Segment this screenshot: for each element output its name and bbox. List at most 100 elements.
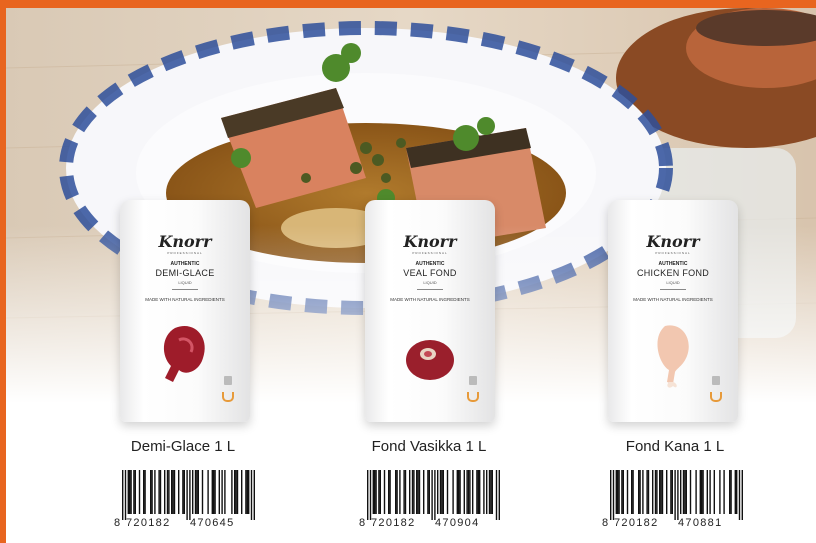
barcode-bar: [656, 470, 658, 514]
unilever-logo-icon: [710, 392, 722, 402]
size-badge: [469, 376, 477, 385]
product-caption-veal-fond: Fond Vasikka 1 L: [371, 438, 487, 455]
barcode-veal-fond: 8 720182 470904: [357, 470, 505, 528]
barcode-bar: [127, 470, 129, 514]
barcode-bar: [456, 470, 458, 514]
pouch-divider: [172, 289, 198, 290]
barcode-bar: [235, 470, 237, 514]
barcode-bar: [466, 470, 468, 514]
pouch-type-label: LIQUID: [178, 280, 192, 285]
barcode-bar: [409, 470, 411, 514]
barcode-bar: [615, 470, 617, 514]
barcode-bar: [403, 470, 405, 514]
barcode-bar: [186, 470, 188, 520]
barcode-bar: [182, 470, 184, 514]
barcode-bar: [253, 470, 255, 520]
product-caption-chicken-fond: Fond Kana 1 L: [625, 438, 725, 455]
barcode-bar: [486, 470, 488, 514]
barcode-bar: [666, 470, 668, 514]
barcode-bar: [699, 470, 701, 514]
barcode-bar: [618, 470, 620, 514]
barcode-bar: [458, 470, 460, 514]
barcode-bar: [477, 470, 479, 514]
knorr-logo: Knorr: [158, 232, 212, 251]
barcode-bar: [416, 470, 418, 514]
pouch-product-name: CHICKEN FOND: [636, 268, 710, 278]
barcode-bar: [122, 470, 124, 520]
barcode-bar: [417, 470, 419, 514]
barcode-demi-glace: 8 720182 470645: [112, 470, 260, 528]
pouch-made-with-label: MADE WITH NATURAL INGREDIENTS: [390, 297, 470, 302]
barcode-bar: [488, 470, 491, 514]
barcode-bar: [372, 470, 374, 514]
pouch-made-with-label: MADE WITH NATURAL INGREDIENTS: [145, 297, 225, 302]
barcode-bar: [213, 470, 215, 514]
barcode-bar: [661, 470, 664, 514]
barcode-bar: [129, 470, 131, 514]
barcode-bar: [378, 470, 380, 514]
barcode-bar: [702, 470, 704, 514]
barcode-bar: [144, 470, 146, 514]
barcode-svg: 8 720182 470904: [359, 470, 500, 528]
product-pouch-chicken-fond: Knorr PROFESSIONAL AUTHENTIC CHICKEN FON…: [608, 200, 738, 422]
knorr-logo: Knorr: [646, 232, 700, 251]
barcode-bar: [719, 470, 721, 514]
barcode-bar: [684, 470, 686, 514]
barcode-bar: [652, 470, 654, 514]
barcode-bar: [713, 470, 715, 514]
barcode-bar: [201, 470, 204, 514]
barcode-bar: [479, 470, 481, 514]
barcode-bar: [638, 470, 640, 514]
barcode-bar: [241, 470, 243, 514]
barcode-bar: [441, 470, 443, 514]
barcode-bar: [245, 470, 247, 514]
barcode-bar: [189, 470, 191, 520]
barcode-bar: [214, 470, 216, 514]
pouch-divider: [417, 289, 443, 290]
barcode-bar: [431, 470, 433, 520]
barcode-bar: [621, 470, 623, 514]
barcode-bar: [654, 470, 657, 514]
pouch-product-name: VEAL FOND: [403, 268, 457, 278]
barcode-chicken-fond: 8 720182 470881: [600, 470, 748, 528]
barcode-bar: [622, 470, 624, 514]
barcode-digits-left: 720182: [614, 517, 659, 528]
barcode-bar: [709, 470, 711, 514]
barcode-bar: [423, 470, 425, 514]
barcode-bar: [463, 470, 465, 514]
barcode-bar: [389, 470, 391, 514]
barcode-bar: [639, 470, 641, 514]
barcode-bar: [413, 470, 415, 514]
barcode-bar: [166, 470, 169, 514]
barcode-bar: [612, 470, 615, 520]
barcode-bar: [367, 470, 369, 520]
barcode-bar: [674, 470, 676, 520]
barcode-bar: [396, 470, 398, 514]
barcode-bar: [130, 470, 132, 514]
barcode-bar: [734, 470, 736, 514]
barcode-bar: [495, 470, 498, 520]
barcode-bar: [446, 470, 449, 514]
pouch-type-label: LIQUID: [666, 280, 680, 285]
barcode-bar: [671, 470, 673, 514]
barcode-bar: [221, 470, 223, 514]
barcode-bar: [491, 470, 493, 514]
barcode-bar: [472, 470, 474, 514]
barcode-bar: [134, 470, 136, 514]
barcode-bar: [250, 470, 253, 520]
pouch-authentic-label: AUTHENTIC: [415, 261, 445, 267]
barcode-bar: [173, 470, 176, 514]
barcode-bar: [670, 470, 672, 514]
barcode-bar: [631, 470, 633, 514]
barcode-bar: [442, 470, 444, 514]
product-caption-demi-glace: Demi-Glace 1 L: [130, 438, 236, 455]
pouch-divider: [660, 289, 686, 290]
barcode-bar: [192, 470, 194, 514]
barcode-bar: [659, 470, 661, 514]
barcode-digits-left: 720182: [126, 517, 171, 528]
barcode-bar: [646, 470, 648, 514]
barcode-bar: [171, 470, 173, 514]
pouch-authentic-label: AUTHENTIC: [170, 261, 200, 267]
barcode-bar: [498, 470, 500, 520]
barcode-bar: [399, 470, 401, 514]
